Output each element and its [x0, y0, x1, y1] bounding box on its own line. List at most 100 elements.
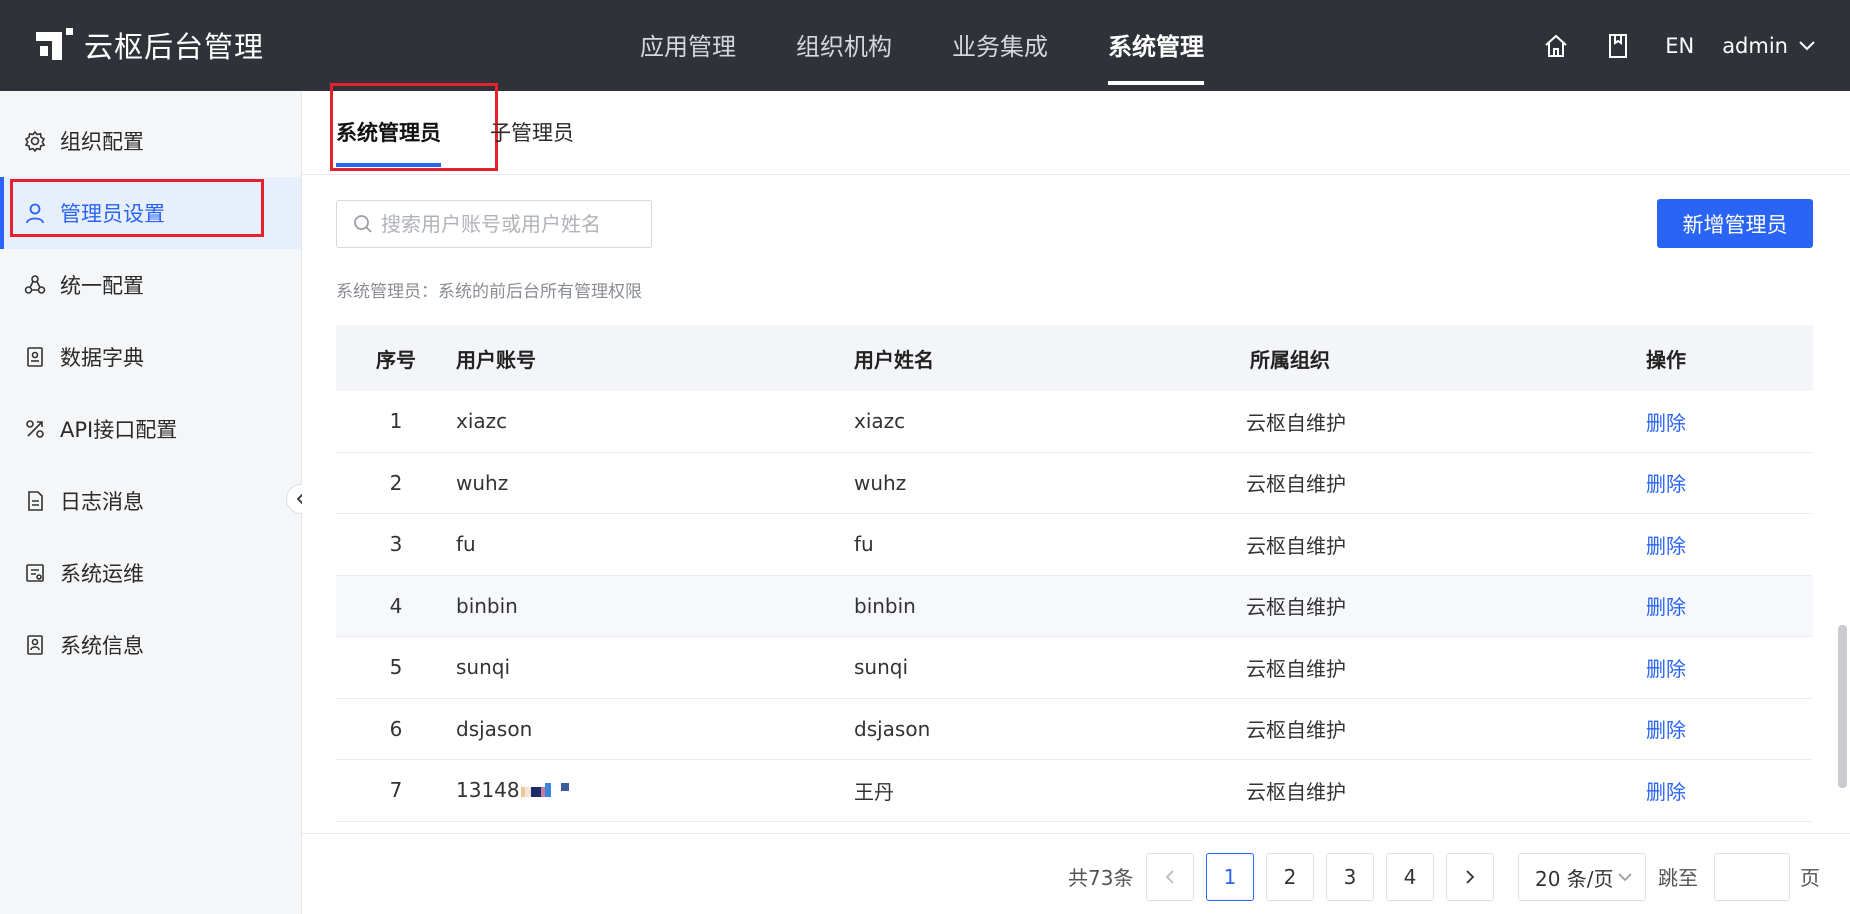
table-row: 3 fu fu 云枢自维护 删除: [336, 514, 1813, 576]
sidebar-item-label: 统一配置: [60, 274, 144, 298]
sidebar-item-unified-config[interactable]: 统一配置: [0, 249, 301, 321]
page-4-button[interactable]: 4: [1386, 853, 1434, 901]
row-org: 云枢自维护: [1246, 656, 1346, 681]
column-header: 序号: [376, 347, 416, 372]
delete-link[interactable]: 删除: [1646, 411, 1686, 435]
jump-page-input[interactable]: [1714, 853, 1790, 901]
sidebar-item-org-config[interactable]: 组织配置: [0, 105, 301, 177]
admin-table: 序号 用户账号 用户姓名 所属组织 操作 1 xiazc xiazc 云枢自维护…: [336, 325, 1847, 822]
row-name: fu: [854, 532, 874, 557]
sidebar-item-admin-settings[interactable]: 管理员设置: [0, 177, 301, 249]
network-icon: [24, 274, 46, 296]
top-bar: 云枢后台管理 应用管理 组织机构 业务集成 系统管理 EN admin: [0, 0, 1850, 91]
row-account: fu: [456, 532, 476, 557]
table-row: 6 dsjason dsjason 云枢自维护 删除: [336, 699, 1813, 760]
row-index: 3: [389, 532, 403, 557]
search-input[interactable]: [381, 212, 641, 236]
main-nav: 应用管理 组织机构 业务集成 系统管理: [640, 0, 1264, 91]
table-header: 序号 用户账号 用户姓名 所属组织 操作: [336, 325, 1813, 391]
nav-item-app-management[interactable]: 应用管理: [640, 0, 736, 91]
api-icon: [24, 418, 46, 440]
delete-link[interactable]: 删除: [1646, 595, 1686, 619]
jump-label: 跳至: [1658, 866, 1698, 890]
delete-link[interactable]: 删除: [1646, 780, 1686, 804]
sidebar-item-api-config[interactable]: API接口配置: [0, 393, 301, 465]
table-row: 7 13148 王丹 云枢自维护 删除: [336, 760, 1813, 822]
nav-item-organization[interactable]: 组织机构: [796, 0, 892, 91]
sidebar-item-system-info[interactable]: 系统信息: [0, 609, 301, 681]
user-menu[interactable]: admin: [1722, 34, 1816, 58]
chevron-down-icon: [1799, 40, 1815, 50]
column-header: 所属组织: [1250, 347, 1330, 372]
row-account: wuhz: [456, 470, 509, 495]
row-index: 7: [389, 778, 403, 803]
next-page-button[interactable]: [1446, 853, 1494, 901]
table-row: 2 wuhz wuhz 云枢自维护 删除: [336, 453, 1813, 514]
delete-link[interactable]: 删除: [1646, 718, 1686, 742]
search-icon: [354, 215, 372, 233]
tab-underline: [336, 163, 441, 167]
delete-link[interactable]: 删除: [1646, 472, 1686, 496]
sidebar-item-label: API接口配置: [60, 418, 178, 442]
language-switch[interactable]: EN: [1665, 34, 1694, 58]
prev-page-button[interactable]: [1146, 853, 1194, 901]
row-index: 5: [389, 655, 403, 680]
column-header: 操作: [1646, 347, 1686, 372]
row-index: 6: [389, 716, 403, 741]
sidebar-item-log-messages[interactable]: 日志消息: [0, 465, 301, 537]
tab-sub-admin[interactable]: 子管理员: [490, 91, 574, 175]
nav-item-integration[interactable]: 业务集成: [952, 0, 1048, 91]
table-row: 1 xiazc xiazc 云枢自维护 删除: [336, 391, 1813, 453]
row-org: 云枢自维护: [1246, 779, 1346, 804]
total-count: 共73条: [1068, 866, 1134, 890]
sidebar-item-data-dictionary[interactable]: 数据字典: [0, 321, 301, 393]
table-row: 4 binbin binbin 云枢自维护 删除: [336, 575, 1813, 637]
redacted-mark: [520, 782, 569, 797]
row-account: sunqi: [456, 655, 511, 680]
tab-system-admin[interactable]: 系统管理员: [330, 83, 498, 175]
row-org: 云枢自维护: [1246, 595, 1346, 620]
row-name: xiazc: [854, 409, 906, 434]
app-title: 云枢后台管理: [84, 30, 265, 64]
table-scrollbar[interactable]: [1838, 625, 1847, 788]
gear-icon: [24, 130, 46, 152]
sidebar-item-label: 日志消息: [60, 490, 144, 514]
add-admin-button[interactable]: 新增管理员: [1657, 199, 1813, 248]
highlight-box: [330, 83, 498, 171]
row-org: 云枢自维护: [1246, 718, 1346, 743]
page-3-button[interactable]: 3: [1326, 853, 1374, 901]
page-size-select[interactable]: 20 条/页: [1518, 853, 1646, 901]
row-org: 云枢自维护: [1246, 410, 1346, 435]
sidebar-item-label: 数据字典: [60, 346, 144, 370]
row-index: 1: [389, 409, 403, 434]
row-name: wuhz: [854, 470, 907, 495]
sidebar-item-label: 组织配置: [60, 130, 144, 154]
sidebar-item-system-ops[interactable]: 系统运维: [0, 537, 301, 609]
logo-icon: [36, 28, 73, 60]
log-icon: [24, 490, 46, 512]
highlight-box: [10, 179, 264, 237]
top-right-tools: EN admin: [1541, 0, 1816, 91]
admin-description: 系统管理员：系统的前后台所有管理权限: [336, 282, 642, 302]
page-1-button[interactable]: 1: [1206, 853, 1254, 901]
ops-icon: [24, 562, 46, 584]
sidebar: 组织配置 管理员设置 统一配置 数据字典 API接口配置 日志消息 系统运维 系…: [0, 91, 302, 914]
search-box: [336, 200, 652, 248]
chevron-down-icon: [1617, 872, 1632, 881]
row-name: sunqi: [854, 655, 909, 680]
home-icon[interactable]: [1541, 31, 1571, 61]
row-name: 王丹: [854, 779, 894, 804]
book-icon[interactable]: [1603, 31, 1633, 61]
nav-item-system-management[interactable]: 系统管理: [1108, 0, 1204, 91]
page-2-button[interactable]: 2: [1266, 853, 1314, 901]
username: admin: [1722, 33, 1788, 58]
column-header: 用户账号: [456, 347, 536, 372]
column-header: 用户姓名: [854, 347, 934, 372]
row-account: dsjason: [456, 716, 533, 741]
delete-link[interactable]: 删除: [1646, 657, 1686, 681]
chevron-right-icon: [1466, 870, 1475, 884]
row-name: dsjason: [854, 716, 931, 741]
chevron-left-icon: [1165, 870, 1174, 884]
delete-link[interactable]: 删除: [1646, 534, 1686, 558]
row-name: binbin: [854, 593, 916, 618]
